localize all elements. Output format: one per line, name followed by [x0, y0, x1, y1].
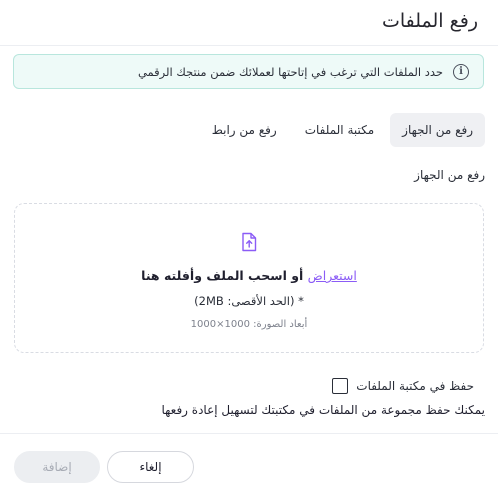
save-to-library-checkbox[interactable] — [332, 378, 349, 394]
upload-file-icon — [242, 232, 257, 252]
drop-text: أو اسحب الملف وأفلته هنا — [141, 268, 308, 283]
header-divider — [0, 45, 498, 46]
tab-file-library[interactable]: مكتبة الملفات — [293, 113, 386, 147]
tab-upload-from-device[interactable]: رفع من الجهاز — [390, 113, 485, 147]
image-dimensions-text: أبعاد الصورة: 1000×1000 — [190, 319, 308, 330]
upload-source-tabs: رفع من الجهاز مكتبة الملفات رفع من رابط — [200, 113, 485, 147]
info-text: حدد الملفات التي ترغب في إتاحتها لعملائك… — [137, 64, 443, 79]
section-label: رفع من الجهاز — [414, 168, 485, 182]
footer-divider — [0, 433, 498, 434]
tab-upload-from-link[interactable]: رفع من رابط — [200, 113, 289, 147]
file-dropzone[interactable]: استعراض أو اسحب الملف وأفلته هنا * (الحد… — [14, 203, 484, 353]
max-size-text: * (الحد الأقصى: 2MB) — [194, 294, 304, 308]
upload-files-dialog: رفع الملفات i حدد الملفات التي ترغب في إ… — [0, 0, 498, 493]
save-to-library-label: حفظ في مكتبة الملفات — [356, 379, 474, 393]
info-banner: i حدد الملفات التي ترغب في إتاحتها لعملا… — [13, 54, 484, 89]
cancel-button[interactable]: إلغاء — [107, 451, 194, 483]
add-button[interactable]: إضافة — [14, 451, 100, 483]
save-to-library-hint: يمكنك حفظ مجموعة من الملفات في مكتبتك لت… — [161, 403, 485, 417]
save-to-library-row: حفظ في مكتبة الملفات — [332, 378, 474, 394]
drop-instructions: استعراض أو اسحب الملف وأفلته هنا — [15, 268, 483, 283]
browse-link[interactable]: استعراض — [308, 268, 357, 283]
info-icon: i — [453, 63, 469, 80]
dialog-title: رفع الملفات — [381, 10, 478, 32]
